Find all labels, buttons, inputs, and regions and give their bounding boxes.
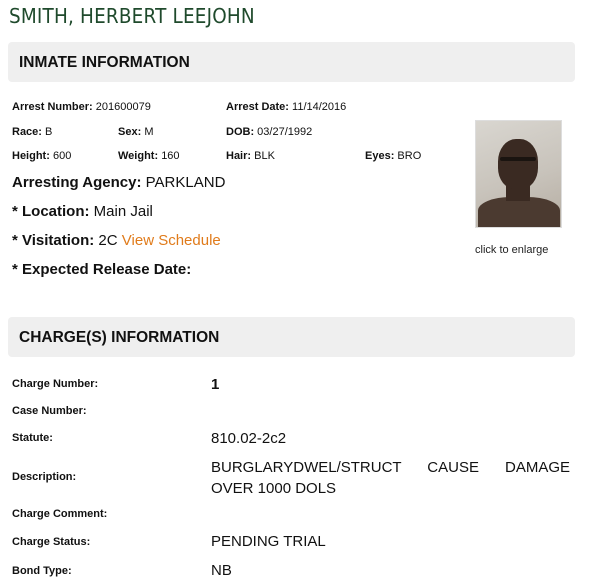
charge-comment-label: Charge Comment: — [12, 508, 108, 520]
statute-value: 810.02-2c2 — [211, 430, 287, 447]
description-label: Description: — [12, 471, 77, 483]
charge-status-label: Charge Status: — [12, 536, 91, 548]
arrest-number-row: Arrest Number: 201600079 — [12, 101, 151, 113]
photo-caption[interactable]: click to enlarge — [475, 244, 548, 256]
location-label: * Location: — [12, 203, 90, 220]
case-number-label: Case Number: — [12, 405, 87, 417]
inmate-photo[interactable] — [475, 120, 562, 228]
view-schedule-link[interactable]: View Schedule — [122, 232, 221, 249]
height-row: Height: 600 — [12, 150, 71, 162]
statute-label: Statute: — [12, 432, 53, 444]
inmate-info-header: INMATE INFORMATION — [8, 42, 575, 82]
arrest-date-value: 11/14/2016 — [292, 101, 347, 113]
height-label: Height: — [12, 150, 50, 162]
visitation-row: * Visitation: 2C View Schedule — [12, 232, 221, 249]
arrest-date-row: Arrest Date: 11/14/2016 — [226, 101, 346, 113]
dob-row: DOB: 03/27/1992 — [226, 126, 312, 138]
visitation-value: 2C — [98, 232, 118, 249]
charge-info-title: CHARGE(S) INFORMATION — [19, 329, 220, 346]
race-label: Race: — [12, 126, 42, 138]
location-row: * Location: Main Jail — [12, 203, 153, 220]
hair-value: BLK — [254, 150, 275, 162]
inmate-info-title: INMATE INFORMATION — [19, 54, 190, 71]
sex-value: M — [144, 126, 154, 138]
eyes-label: Eyes: — [365, 150, 395, 162]
sex-label: Sex: — [118, 126, 142, 138]
expected-release-row: * Expected Release Date: — [12, 261, 191, 278]
bond-type-label: Bond Type: — [12, 565, 72, 577]
eyes-row: Eyes: BRO — [365, 150, 421, 162]
description-value: BURGLARYDWEL/STRUCT CAUSE DAMAGE OVER 10… — [211, 459, 570, 497]
sex-row: Sex: M — [118, 126, 153, 138]
inmate-name: SMITH, HERBERT LEEJOHN — [9, 4, 255, 28]
arresting-agency-value: PARKLAND — [145, 174, 226, 191]
charge-number-label: Charge Number: — [12, 378, 99, 390]
hair-label: Hair: — [226, 150, 252, 162]
hair-row: Hair: BLK — [226, 150, 275, 162]
race-value: B — [45, 126, 53, 138]
dob-value: 03/27/1992 — [257, 126, 313, 138]
eyes-value: BRO — [397, 150, 422, 162]
weight-row: Weight: 160 — [118, 150, 180, 162]
bond-type-value: NB — [211, 562, 232, 579]
arrest-number-label: Arrest Number: — [12, 101, 93, 113]
weight-value: 160 — [161, 150, 180, 162]
race-row: Race: B — [12, 126, 52, 138]
arresting-agency-row: Arresting Agency: PARKLAND — [12, 174, 225, 191]
height-value: 600 — [52, 150, 72, 162]
dob-label: DOB: — [226, 126, 255, 138]
visitation-label: * Visitation: — [12, 232, 95, 249]
location-value: Main Jail — [93, 203, 153, 220]
arrest-number-value: 201600079 — [95, 101, 151, 113]
weight-label: Weight: — [118, 150, 159, 162]
charge-number-value: 1 — [211, 376, 220, 393]
arresting-agency-label: Arresting Agency: — [12, 174, 142, 191]
charge-info-header: CHARGE(S) INFORMATION — [8, 317, 575, 357]
arrest-date-label: Arrest Date: — [226, 101, 289, 113]
expected-release-label: * Expected Release Date: — [12, 261, 192, 278]
charge-status-value: PENDING TRIAL — [211, 533, 326, 550]
